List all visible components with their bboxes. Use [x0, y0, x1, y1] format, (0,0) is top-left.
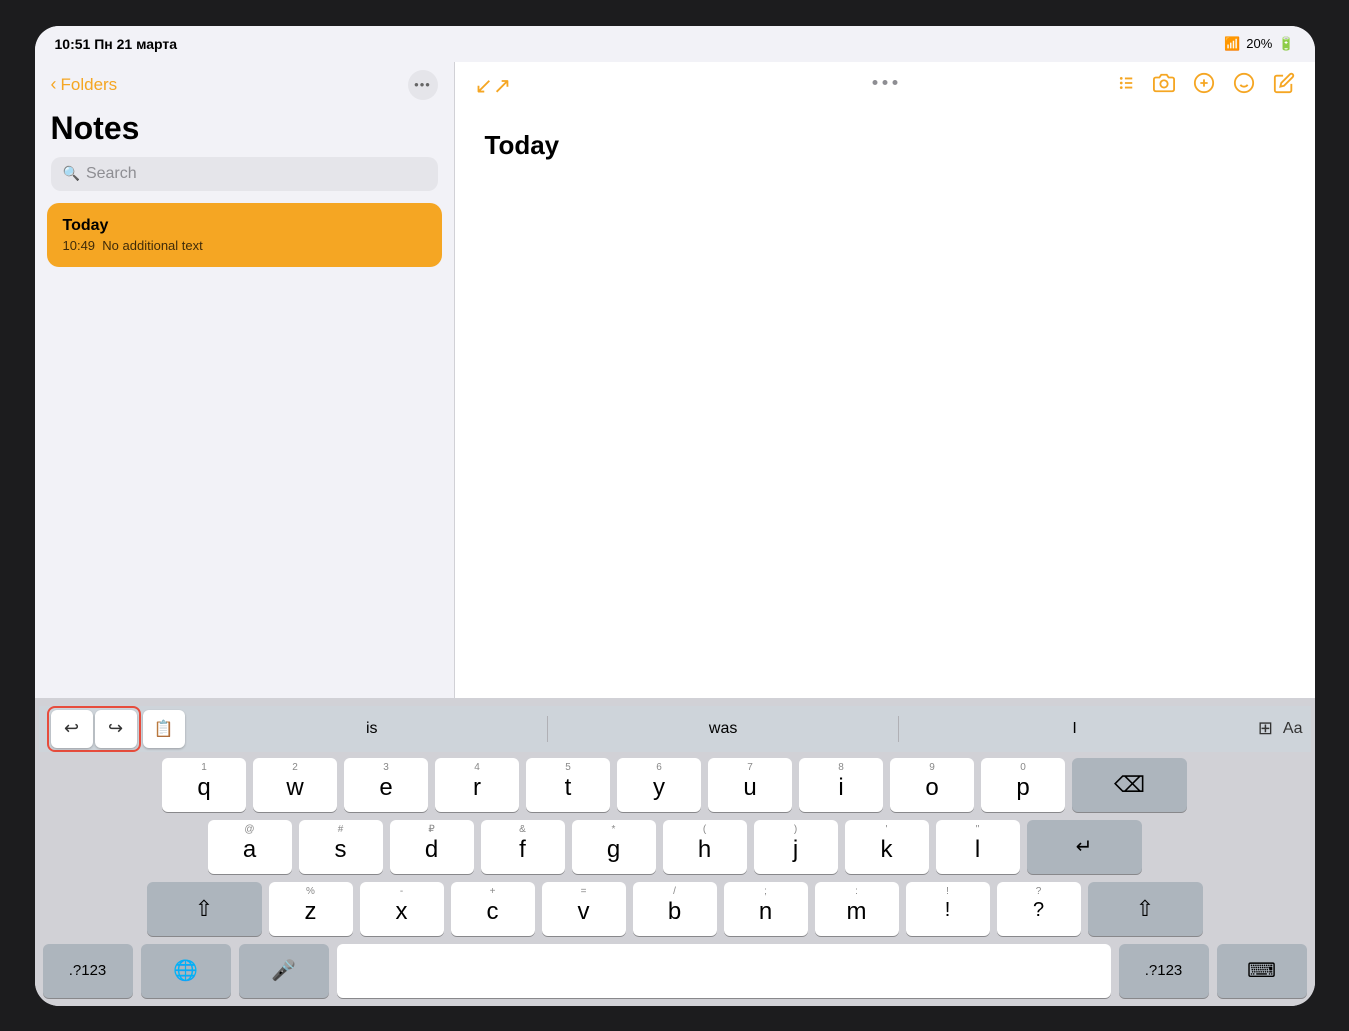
key-a[interactable]: @a	[208, 820, 292, 874]
dot-2	[882, 80, 887, 85]
back-button[interactable]: ‹ Folders	[51, 74, 118, 95]
key-l[interactable]: "l	[936, 820, 1020, 874]
key-g[interactable]: *g	[572, 820, 656, 874]
note-toolbar: ↙↗	[455, 62, 1315, 110]
keyboard-toolbar: ↩ ↪ 📋 is was I ⊞ Aa	[39, 706, 1311, 752]
keyboard-area: ↩ ↪ 📋 is was I ⊞ Aa	[35, 698, 1315, 1006]
aa-button[interactable]: Aa	[1283, 720, 1303, 738]
key-v[interactable]: =v	[542, 882, 626, 936]
key-e[interactable]: 3e	[344, 758, 428, 812]
note-item-title: Today	[63, 217, 426, 235]
back-label: Folders	[61, 75, 118, 95]
note-area: ↙↗	[455, 62, 1315, 698]
undo-redo-group: ↩ ↪	[47, 706, 141, 752]
key-y[interactable]: 6y	[617, 758, 701, 812]
note-heading: Today	[485, 130, 1285, 161]
sidebar-title: Notes	[35, 106, 454, 157]
key-question[interactable]: ??	[997, 882, 1081, 936]
search-icon: 🔍	[63, 165, 80, 182]
checklist-icon[interactable]	[1113, 72, 1135, 100]
suggestion-3[interactable]: I	[899, 716, 1249, 742]
compose-icon[interactable]	[1193, 72, 1215, 100]
keyboard-keys: 1q 2w 3e 4r 5t 6y 7u 8i 9o 0p ⌫ @a #s ₽d…	[39, 752, 1311, 1002]
key-q[interactable]: 1q	[162, 758, 246, 812]
key-t[interactable]: 5t	[526, 758, 610, 812]
sidebar-more-button[interactable]: •••	[408, 70, 438, 100]
key-p[interactable]: 0p	[981, 758, 1065, 812]
key-m[interactable]: :m	[815, 882, 899, 936]
clipboard-button[interactable]: 📋	[143, 710, 185, 748]
note-toolbar-left: ↙↗	[475, 73, 512, 99]
key-h[interactable]: (h	[663, 820, 747, 874]
key-f[interactable]: &f	[481, 820, 565, 874]
search-input[interactable]: Search	[86, 165, 137, 183]
sidebar: ‹ Folders ••• Notes 🔍 Search Today 10:49…	[35, 62, 455, 698]
keyboard-row-4: .?123 🌐 🎤 .?123 ⌨	[43, 944, 1307, 998]
key-d[interactable]: ₽d	[390, 820, 474, 874]
suggestion-1[interactable]: is	[197, 716, 548, 742]
sidebar-header: ‹ Folders •••	[35, 62, 454, 106]
note-item-meta: 10:49 No additional text	[63, 238, 426, 253]
more-icon: •••	[414, 77, 431, 92]
suggestion-2[interactable]: was	[548, 716, 899, 742]
note-list-item[interactable]: Today 10:49 No additional text	[47, 203, 442, 267]
shift-key-right[interactable]: ⇧	[1088, 882, 1203, 936]
kb-toolbar-left: ↩ ↪ 📋	[47, 706, 185, 752]
key-i[interactable]: 8i	[799, 758, 883, 812]
num123-key-left[interactable]: .?123	[43, 944, 133, 998]
key-c[interactable]: +c	[451, 882, 535, 936]
note-content[interactable]: Today	[455, 110, 1315, 698]
expand-icon[interactable]: ↙↗	[475, 73, 512, 99]
key-n[interactable]: ;n	[724, 882, 808, 936]
undo-button[interactable]: ↩	[51, 710, 93, 748]
kb-toolbar-right: ⊞ Aa	[1258, 718, 1303, 739]
status-right: 📶 20% 🔋	[1224, 36, 1294, 52]
key-o[interactable]: 9o	[890, 758, 974, 812]
key-k[interactable]: 'k	[845, 820, 929, 874]
mic-key[interactable]: 🎤	[239, 944, 329, 998]
dot-3	[892, 80, 897, 85]
shift-key[interactable]: ⇧	[147, 882, 262, 936]
keyboard-row-3: ⇧ %z -x +c =v /b ;n :m !! ?? ⇧	[43, 882, 1307, 936]
dot-1	[872, 80, 877, 85]
key-s[interactable]: #s	[299, 820, 383, 874]
status-time: 10:51 Пн 21 марта	[55, 36, 178, 52]
keyboard-row-1: 1q 2w 3e 4r 5t 6y 7u 8i 9o 0p ⌫	[43, 758, 1307, 812]
emoji-icon[interactable]	[1233, 72, 1255, 100]
globe-key[interactable]: 🌐	[141, 944, 231, 998]
battery-icon: 🔋	[1278, 36, 1294, 52]
num123-key-right[interactable]: .?123	[1119, 944, 1209, 998]
key-x[interactable]: -x	[360, 882, 444, 936]
key-u[interactable]: 7u	[708, 758, 792, 812]
hide-keyboard-key[interactable]: ⌨	[1217, 944, 1307, 998]
space-key[interactable]	[337, 944, 1111, 998]
battery-percent: 20%	[1246, 36, 1272, 51]
camera-icon[interactable]	[1153, 72, 1175, 100]
key-z[interactable]: %z	[269, 882, 353, 936]
enter-key[interactable]: ↵	[1027, 820, 1142, 874]
wifi-icon: 📶	[1224, 36, 1240, 52]
kb-suggestions: is was I	[197, 716, 1250, 742]
chevron-left-icon: ‹	[51, 74, 57, 95]
key-r[interactable]: 4r	[435, 758, 519, 812]
main-area: ‹ Folders ••• Notes 🔍 Search Today 10:49…	[35, 62, 1315, 698]
status-bar: 10:51 Пн 21 марта 📶 20% 🔋	[35, 26, 1315, 62]
key-b[interactable]: /b	[633, 882, 717, 936]
key-j[interactable]: )j	[754, 820, 838, 874]
keyboard-row-2: @a #s ₽d &f *g (h )j 'k "l ↵	[43, 820, 1307, 874]
delete-key[interactable]: ⌫	[1072, 758, 1187, 812]
new-note-icon[interactable]	[1273, 72, 1295, 100]
clipboard-icon: 📋	[154, 719, 174, 739]
note-toolbar-right	[1113, 72, 1295, 100]
table-icon[interactable]: ⊞	[1258, 718, 1273, 739]
redo-button[interactable]: ↪	[95, 710, 137, 748]
key-exclaim[interactable]: !!	[906, 882, 990, 936]
key-w[interactable]: 2w	[253, 758, 337, 812]
search-bar[interactable]: 🔍 Search	[51, 157, 438, 191]
